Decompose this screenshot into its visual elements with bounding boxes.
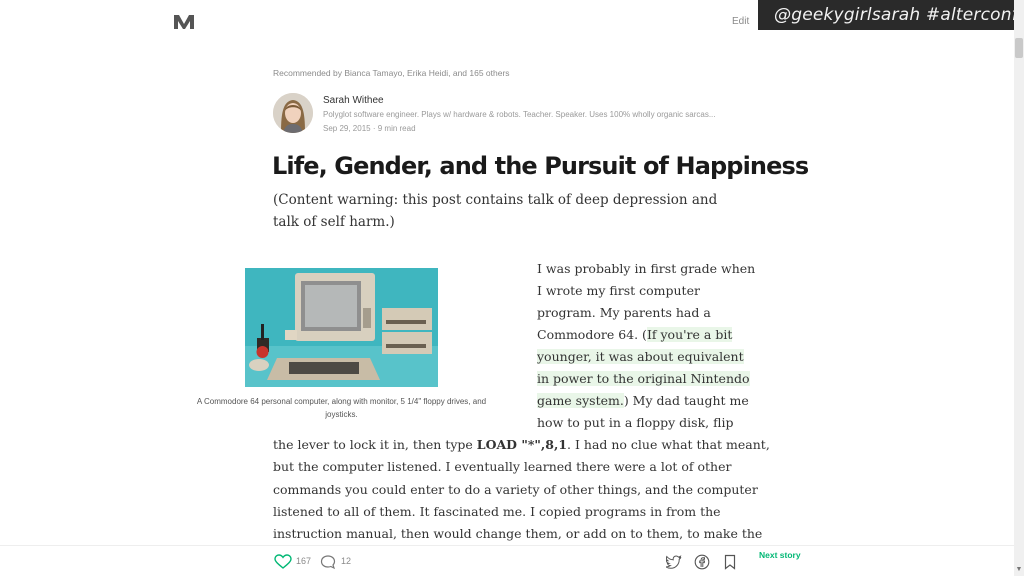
post-meta: Sep 29, 2015 · 9 min read — [323, 124, 416, 133]
likes-count: 167 — [296, 556, 312, 566]
bookmark-icon[interactable] — [724, 554, 736, 570]
commodore-64-illustration — [245, 268, 438, 387]
paragraph-line: program. My parents had a — [537, 305, 711, 320]
paragraph-line: I wrote my first computer — [537, 283, 700, 298]
vertical-scrollbar[interactable]: ▼ — [1014, 0, 1024, 576]
paragraph-text: ) My dad taught me — [623, 393, 749, 408]
edit-link[interactable]: Edit — [732, 16, 749, 27]
bottom-action-bar: 167 12 — [0, 545, 1014, 576]
paragraph-line: how to put in a floppy disk, flip — [537, 415, 734, 430]
commodore-64-image[interactable] — [245, 268, 438, 387]
paragraph-text: Commodore 64. ( — [537, 327, 647, 342]
paragraph-line: I was probably in first grade when — [537, 261, 756, 276]
paragraph-line: listened to all of them. It fascinated m… — [273, 504, 721, 519]
scrollbar-thumb[interactable] — [1015, 38, 1023, 58]
paragraph-line: in power to the original Nintendo — [537, 368, 750, 390]
scroll-down-arrow-icon[interactable]: ▼ — [1015, 566, 1023, 574]
paragraph-text: . I had no clue what that meant, — [567, 437, 770, 452]
next-story-link[interactable]: Next story — [759, 550, 801, 560]
paragraph-line: younger, it was about equivalent — [537, 346, 744, 368]
responses-count: 12 — [341, 556, 352, 566]
image-caption: A Commodore 64 personal computer, along … — [196, 397, 487, 419]
author-avatar[interactable] — [273, 93, 313, 133]
highlighted-text[interactable]: younger, it was about equivalent — [537, 349, 744, 364]
heart-icon[interactable] — [274, 554, 292, 570]
paragraph-line: game system.) My dad taught me — [537, 390, 749, 412]
paragraph-line: Commodore 64. (If you're a bit — [537, 324, 733, 346]
paragraph-line: but the computer listened. I eventually … — [273, 459, 732, 474]
comment-icon[interactable] — [320, 554, 336, 570]
twitter-icon[interactable] — [666, 555, 682, 569]
author-bio: Polyglot software engineer. Plays w/ har… — [323, 110, 716, 119]
post-title: Life, Gender, and the Pursuit of Happine… — [272, 152, 809, 180]
highlighted-text[interactable]: If you're a bit — [646, 327, 733, 342]
highlighted-text[interactable]: in power to the original Nintendo — [537, 371, 750, 386]
author-name-link[interactable]: Sarah Withee — [323, 95, 384, 106]
content-warning-paragraph: (Content warning: this post contains tal… — [273, 192, 718, 230]
facebook-icon[interactable] — [694, 554, 710, 570]
paragraph-line: commands you could enter to do a variety… — [273, 482, 758, 497]
author-photo — [273, 93, 313, 133]
highlighted-text[interactable]: game system. — [537, 393, 624, 408]
recommended-by-text: Recommended by Bianca Tamayo, Erika Heid… — [273, 68, 510, 78]
medium-logo-icon[interactable] — [173, 13, 195, 31]
paragraph-line: instruction manual, then would change th… — [273, 526, 763, 541]
code-command-text: LOAD "*",8,1 — [476, 437, 568, 452]
read-time: 9 min read — [377, 124, 416, 133]
presenter-watermark: @geekygirlsarah #alterconf — [758, 0, 1024, 30]
post-date: Sep 29, 2015 — [323, 124, 371, 133]
paragraph-line: the lever to lock it in, then type LOAD … — [273, 434, 770, 456]
paragraph-text: the lever to lock it in, then type — [273, 437, 477, 452]
